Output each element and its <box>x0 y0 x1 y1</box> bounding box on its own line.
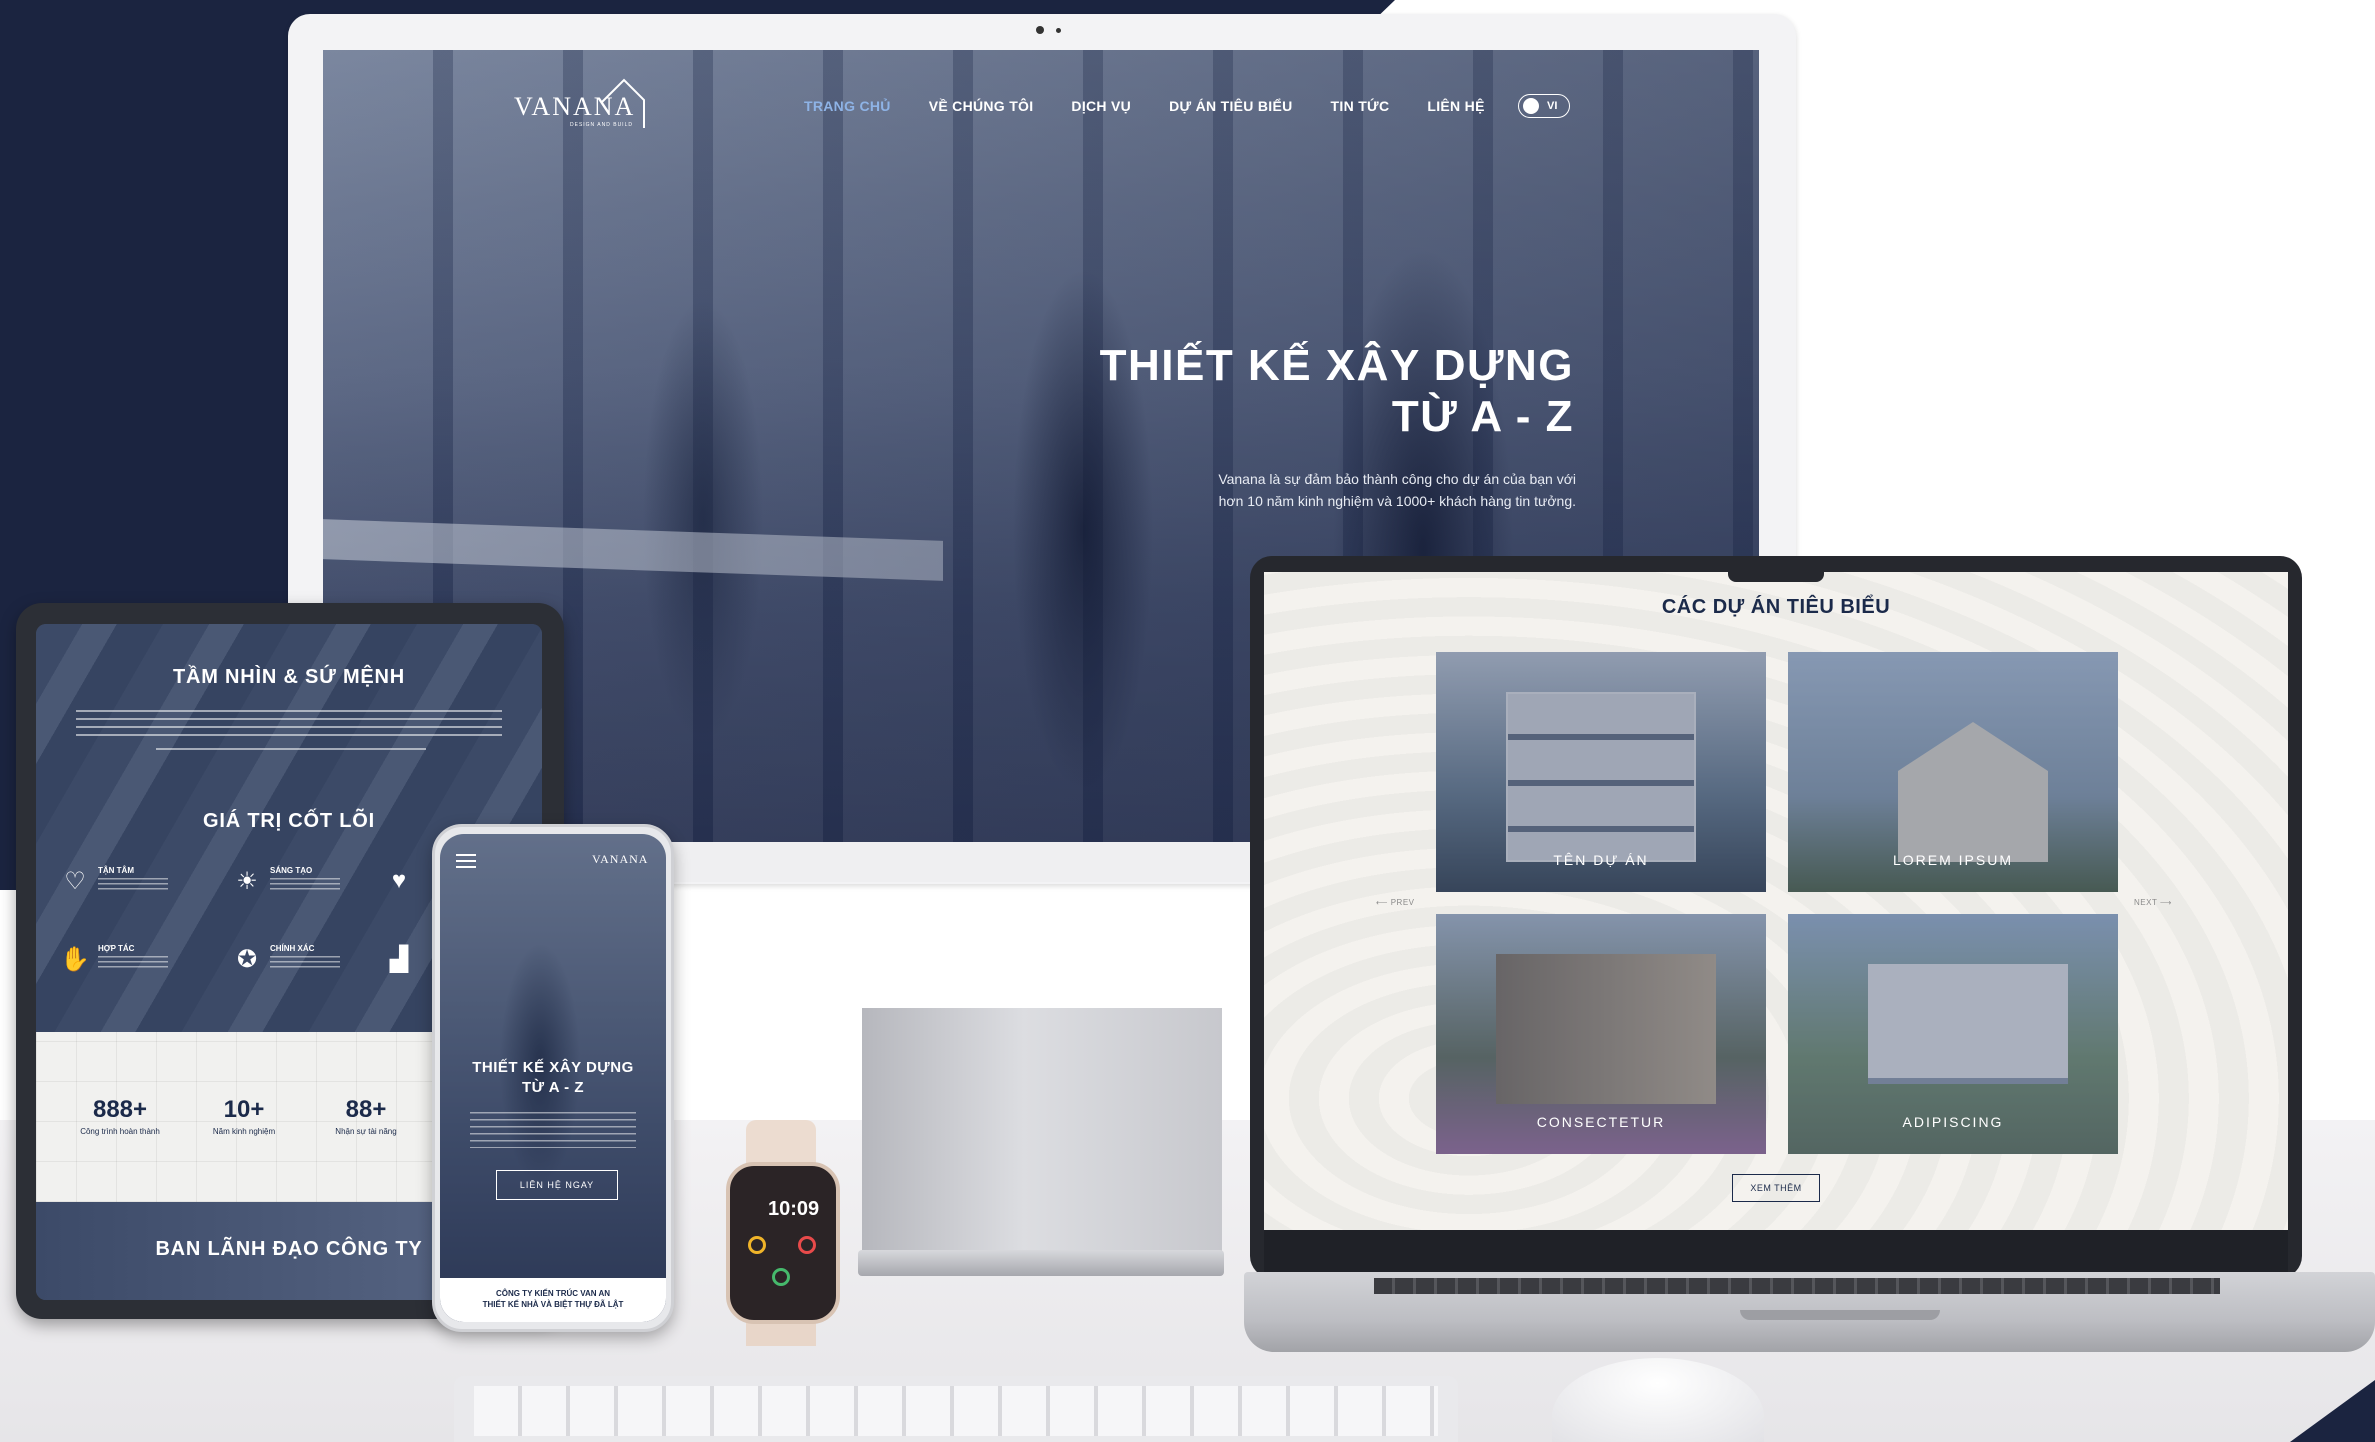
nav-item-services[interactable]: DỊCH VỤ <box>1071 98 1131 114</box>
core-label-cooperation: HỢP TÁC <box>98 944 135 953</box>
stat-years-value: 10+ <box>223 1096 265 1123</box>
project-4-name: ADIPISCING <box>1902 1114 2004 1130</box>
smart-watch <box>726 1162 840 1324</box>
view-more-button[interactable]: XEM THÊM <box>1732 1174 1820 1202</box>
prev-label: PREV <box>1390 898 1415 907</box>
phone-screen: VANANA THIẾT KẾ XÂY DỰNG TỪ A - Z LIÊN H… <box>440 834 666 1322</box>
stat-years-label: Năm kinh nghiệm <box>212 1127 276 1136</box>
core-text-creativity <box>270 878 340 892</box>
hero-title: THIẾT KẾ XÂY DỰNG TỪ A - Z <box>974 340 1574 442</box>
hamburger-menu-icon[interactable] <box>456 854 476 868</box>
nav-item-home[interactable]: TRANG CHỦ <box>804 98 891 114</box>
hero-desc-line1: Vanana là sự đảm bảo thành công cho dự á… <box>1218 471 1576 487</box>
laptop-keys <box>1374 1278 2220 1294</box>
camera-icon <box>1036 26 1044 34</box>
heart-hand-icon: ♡ <box>64 867 86 895</box>
stat-projects: 888+ Công trình hoàn thành <box>60 1096 180 1136</box>
vision-paragraph <box>76 710 502 740</box>
projects-title: CÁC DỰ ÁN TIÊU BIỂU <box>1661 596 1891 618</box>
phone-logo-text: VANANA <box>592 852 649 866</box>
next-arrow[interactable]: NEXT ⟶ <box>2134 898 2172 907</box>
phone-hero-title: THIẾT KẾ XÂY DỰNG TỪ A - Z <box>440 1058 666 1097</box>
project-2-name: LOREM IPSUM <box>1892 852 2013 868</box>
heartbeat-icon: ♥ <box>391 867 407 894</box>
phone-hero-title-line1: THIẾT KẾ XÂY DỰNG <box>472 1059 634 1076</box>
phone-hero-title-line2: TỪ A - Z <box>522 1078 584 1096</box>
watch-complication-icon <box>748 1236 766 1254</box>
toggle-knob <box>1523 98 1539 114</box>
activity-ring-icon <box>798 1236 816 1254</box>
laptop-bottom-bezel <box>1264 1230 2288 1274</box>
language-label: VI <box>1547 100 1558 112</box>
laptop-lip <box>1740 1310 1940 1320</box>
growth-chart-icon: ▟ <box>389 945 409 973</box>
project-card-2[interactable]: LOREM IPSUM <box>1788 652 2118 892</box>
core-item-precision: ✪ CHÍNH XÁC <box>230 942 340 976</box>
stat-talents: 88+ Nhận sự tài năng <box>306 1096 426 1136</box>
watch-complication-icon <box>772 1268 790 1286</box>
project-card-1[interactable]: TÊN DỰ ÁN <box>1436 652 1766 892</box>
laptop-notch <box>1728 568 1824 582</box>
contact-now-button[interactable]: LIÊN HỆ NGAY <box>496 1170 618 1200</box>
keyboard-keys <box>474 1386 1438 1436</box>
core-text-precision <box>270 956 340 970</box>
nav-item-projects[interactable]: DỰ ÁN TIÊU BIỂU <box>1169 98 1292 114</box>
phone-footer-line2: THIẾT KẾ NHÀ VÀ BIỆT THỰ ĐÃ LẬT <box>482 1299 624 1309</box>
nav-item-contact[interactable]: LIÊN HỆ <box>1427 98 1484 114</box>
language-toggle[interactable]: VI <box>1518 94 1570 118</box>
phone-footer: CÔNG TY KIẾN TRÚC VAN AN THIẾT KẾ NHÀ VÀ… <box>440 1278 666 1322</box>
core-text-dedication <box>98 878 168 892</box>
vision-paragraph-2 <box>156 748 426 756</box>
project-card-4[interactable]: ADIPISCING <box>1788 914 2118 1154</box>
stat-talents-label: Nhận sự tài năng <box>335 1127 397 1136</box>
hero-title-line2: TỪ A - Z <box>1391 392 1574 442</box>
hero-title-line1: THIẾT KẾ XÂY DỰNG <box>1099 341 1574 390</box>
phone-logo[interactable]: VANANA <box>592 852 648 867</box>
project-1-name: TÊN DỰ ÁN <box>1553 852 1649 868</box>
core-text-cooperation <box>98 956 168 970</box>
phone-hero-description <box>470 1112 636 1148</box>
core-label-creativity: SÁNG TẠO <box>270 866 313 875</box>
core-item-dedication: ♡ TẬN TÂM <box>58 864 168 898</box>
stat-projects-value: 888+ <box>92 1096 148 1123</box>
stat-projects-label: Công trình hoàn thành <box>80 1127 160 1136</box>
vision-title: TẦM NHÌN & SỨ MỆNH <box>172 666 406 688</box>
imac-stand-base <box>858 1250 1224 1276</box>
stat-years: 10+ Năm kinh nghiệm <box>184 1096 304 1136</box>
phone-footer-line1: CÔNG TY KIẾN TRÚC VAN AN <box>495 1289 611 1298</box>
hero-description: Vanana là sự đảm bảo thành công cho dự á… <box>1116 468 1576 513</box>
stat-talents-value: 88+ <box>345 1096 387 1123</box>
nav-item-news[interactable]: TIN TỨC <box>1331 98 1390 114</box>
award-icon: ✪ <box>236 945 258 973</box>
core-item-cooperation: ✋ HỢP TÁC <box>58 942 168 976</box>
desktop-nav: TRANG CHỦ VỀ CHÚNG TÔI DỊCH VỤ DỰ ÁN TIÊ… <box>804 98 1523 114</box>
core-label-precision: CHÍNH XÁC <box>270 944 315 953</box>
logo-roof-icon <box>601 78 645 128</box>
core-item-growth: ▟ <box>382 942 416 976</box>
handshake-icon: ✋ <box>60 945 90 973</box>
project-card-3[interactable]: CONSECTETUR <box>1436 914 1766 1154</box>
next-label: NEXT <box>2134 898 2158 907</box>
lightbulb-icon: ☀ <box>236 867 258 895</box>
desktop-logo[interactable]: VANANA DESIGN AND BUILD <box>514 78 645 128</box>
core-label-dedication: TẬN TÂM <box>98 866 134 875</box>
core-item-creativity: ☀ SÁNG TẠO <box>230 864 340 898</box>
sensor-icon <box>1056 28 1061 33</box>
project-3-name: CONSECTETUR <box>1536 1114 1666 1130</box>
watch-time: 10:09 <box>768 1198 820 1220</box>
core-item-health: ♥ <box>382 864 416 898</box>
nav-item-about[interactable]: VỀ CHÚNG TÔI <box>929 98 1034 114</box>
imac-stand <box>862 1008 1222 1260</box>
hero-desc-line2: hơn 10 năm kinh nghiệm và 1000+ khách hà… <box>1218 493 1576 510</box>
prev-arrow[interactable]: ⟵ PREV <box>1376 898 1415 907</box>
